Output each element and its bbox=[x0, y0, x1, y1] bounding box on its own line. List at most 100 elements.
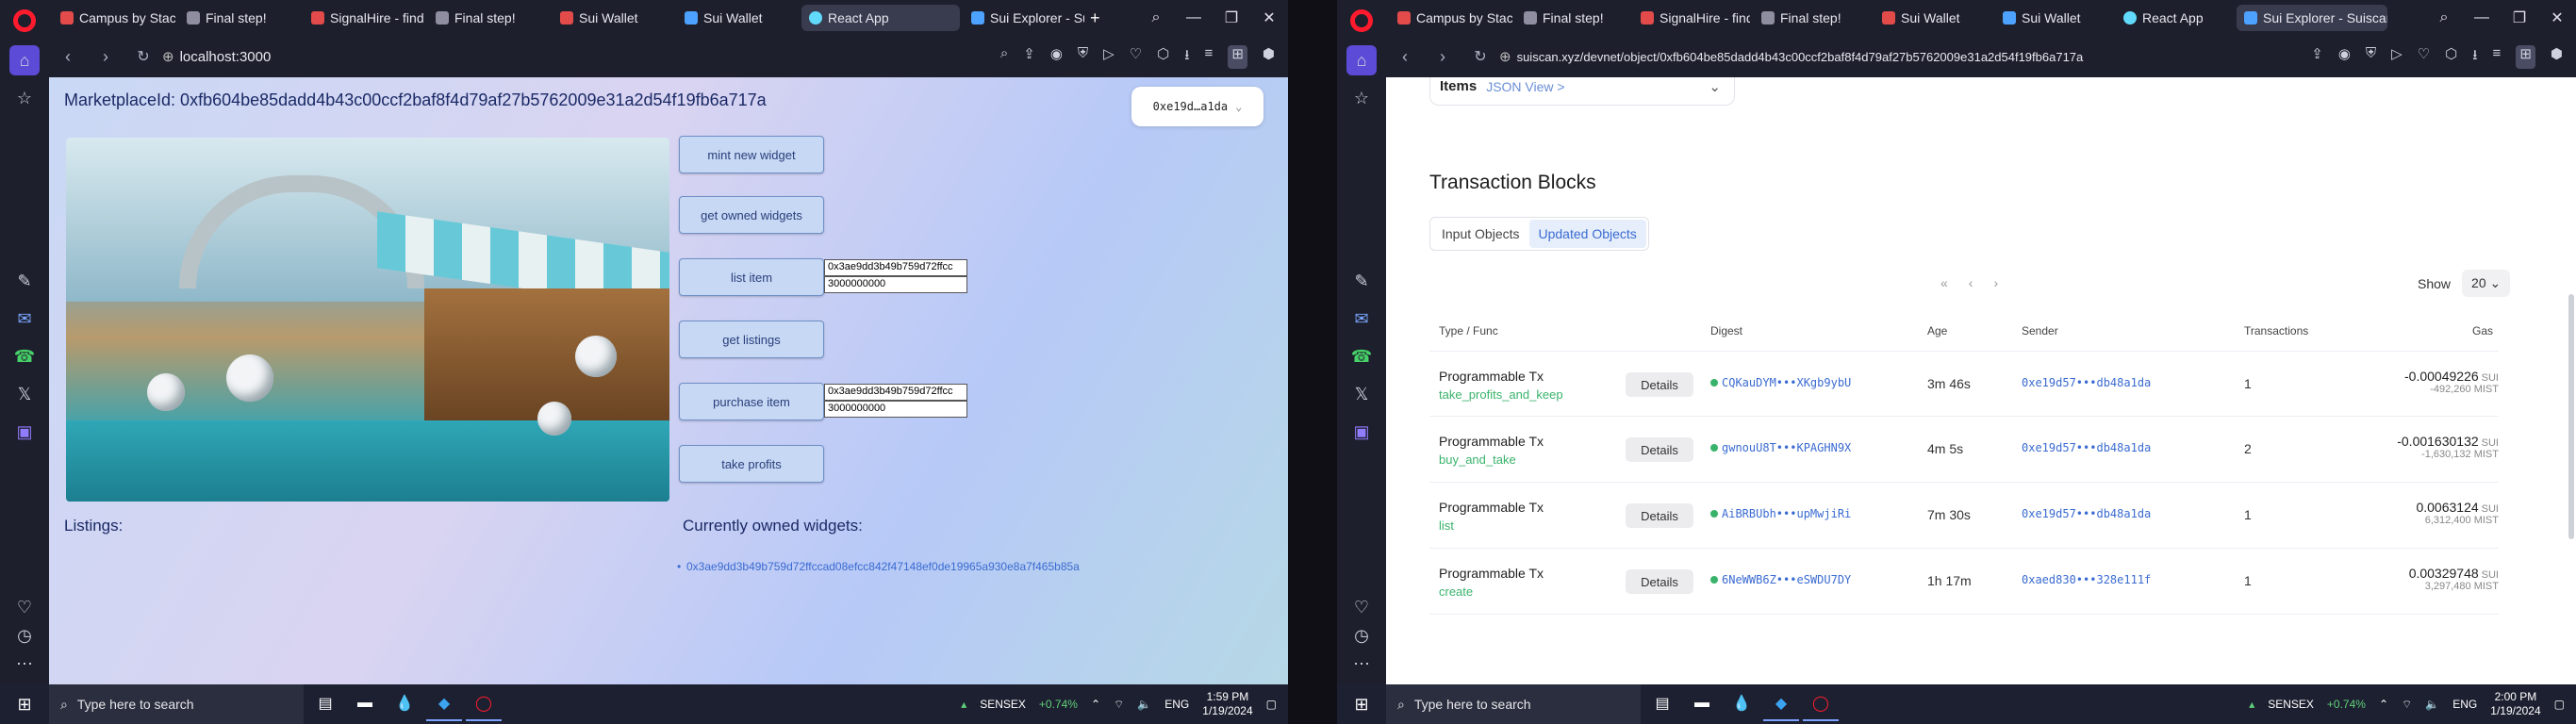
tab-final-step-2[interactable]: Final step! bbox=[1754, 5, 1871, 31]
messenger-icon[interactable]: ✉ bbox=[1346, 304, 1377, 334]
vscode-icon[interactable]: ◆ bbox=[426, 687, 462, 721]
digest-link[interactable]: 6NeWWB6Z•••eSWDU7DY bbox=[1710, 573, 1851, 586]
next-page-icon[interactable]: › bbox=[1993, 275, 1998, 290]
tab-sui-explorer[interactable]: Sui Explorer - Suiscan bbox=[2237, 5, 2387, 31]
purchase-item-id-input[interactable]: 0x3ae9dd3b49b759d72ffcc bbox=[824, 384, 967, 401]
list-item-button[interactable]: list item bbox=[679, 258, 824, 296]
opera-taskbar-icon[interactable]: ◯ bbox=[1803, 687, 1839, 721]
heart-icon[interactable]: ♡ bbox=[1346, 592, 1377, 622]
sender-link[interactable]: 0xe19d57•••db48a1da bbox=[2022, 376, 2151, 389]
history-icon[interactable]: ◷ bbox=[9, 620, 40, 650]
shield-icon[interactable]: ⛨ bbox=[1078, 45, 1088, 69]
digest-link[interactable]: gwnouU8T•••KPAGHN9X bbox=[1710, 441, 1851, 454]
whatsapp-icon[interactable]: ☎ bbox=[9, 341, 40, 371]
star-icon[interactable]: ☆ bbox=[9, 83, 40, 113]
tab-sui-wallet-1[interactable]: Sui Wallet bbox=[1874, 5, 1991, 31]
taskbar-search[interactable]: ⌕ Type here to search bbox=[49, 684, 304, 724]
x-twitter-icon[interactable]: 𝕏 bbox=[1346, 379, 1377, 409]
extension-icon[interactable]: ⊞ bbox=[2516, 44, 2535, 69]
wallet-extension-icon[interactable]: ▣ bbox=[9, 417, 40, 447]
bookmark-icon[interactable]: ♡ bbox=[2418, 45, 2430, 69]
tab-sui-explorer[interactable]: Sui Explorer - Suis bbox=[964, 5, 1084, 31]
list-price-input[interactable]: 3000000000 bbox=[824, 276, 967, 293]
play-icon[interactable]: ▷ bbox=[2391, 45, 2403, 69]
chevron-down-icon[interactable]: ⌄ bbox=[1709, 78, 1721, 95]
page-size-select[interactable]: 20 ⌄ bbox=[2462, 270, 2511, 297]
tab-react-app[interactable]: React App bbox=[801, 5, 960, 31]
download-icon[interactable]: ⭳ bbox=[2472, 45, 2477, 69]
file-explorer-icon[interactable]: ▤ bbox=[1644, 687, 1680, 721]
network-icon[interactable]: ⌔ bbox=[2402, 698, 2412, 712]
tray-chevron-icon[interactable]: ⌃ bbox=[2379, 698, 2388, 711]
get-listings-button[interactable]: get listings bbox=[679, 321, 824, 358]
scrollbar[interactable] bbox=[2568, 294, 2574, 539]
shield-icon[interactable]: ⛨ bbox=[2366, 45, 2376, 69]
tab-campus[interactable]: Campus by StackU bbox=[53, 5, 175, 31]
opera-logo-icon[interactable] bbox=[9, 6, 40, 36]
windows-start-icon[interactable]: ⊞ bbox=[1337, 684, 1386, 724]
restore-icon[interactable]: ❐ bbox=[2501, 8, 2538, 27]
tab-signalhire[interactable]: SignalHire - find c bbox=[1633, 5, 1750, 31]
list-item-id-input[interactable]: 0x3ae9dd3b49b759d72ffcc bbox=[824, 259, 967, 276]
sender-link[interactable]: 0xaed830•••328e111f bbox=[2022, 573, 2151, 586]
tab-final-step-1[interactable]: Final step! bbox=[1516, 5, 1629, 31]
forward-icon[interactable]: › bbox=[1424, 47, 1461, 67]
messenger-icon[interactable]: ✉ bbox=[9, 304, 40, 334]
site-info-icon[interactable]: ⊕ bbox=[162, 48, 174, 65]
clock[interactable]: 2:00 PM 1/19/2024 bbox=[2490, 690, 2540, 718]
back-icon[interactable]: ‹ bbox=[1386, 47, 1424, 67]
tab-updated-objects[interactable]: Updated Objects bbox=[1528, 220, 1646, 248]
camera-icon[interactable]: ◉ bbox=[1050, 45, 1063, 69]
restore-icon[interactable]: ❐ bbox=[1213, 8, 1250, 27]
share-icon[interactable]: ⇪ bbox=[1023, 45, 1035, 69]
wallet-connect-button[interactable]: 0xe19d…a1da ⌄ bbox=[1131, 87, 1263, 126]
back-icon[interactable]: ‹ bbox=[49, 47, 87, 67]
notification-icon[interactable]: ▢ bbox=[2554, 698, 2565, 711]
aria-icon[interactable]: ✎ bbox=[1346, 266, 1377, 296]
more-icon[interactable]: ⋯ bbox=[1346, 649, 1377, 679]
share-icon[interactable]: ⇪ bbox=[2311, 45, 2323, 69]
vscode-icon[interactable]: ◆ bbox=[1763, 687, 1799, 721]
digest-link[interactable]: CQKauDYM•••XKgb9ybU bbox=[1710, 376, 1851, 389]
details-button[interactable]: Details bbox=[1626, 569, 1693, 594]
camera-icon[interactable]: ◉ bbox=[2338, 45, 2351, 69]
tab-final-step-1[interactable]: Final step! bbox=[179, 5, 300, 31]
history-icon[interactable]: ◷ bbox=[1346, 620, 1377, 650]
details-button[interactable]: Details bbox=[1626, 372, 1693, 397]
reload-icon[interactable]: ↻ bbox=[1461, 47, 1499, 66]
close-icon[interactable]: ✕ bbox=[2538, 8, 2576, 27]
sui-app-icon[interactable]: 💧 bbox=[387, 687, 422, 721]
reload-icon[interactable]: ↻ bbox=[124, 47, 162, 66]
mint-widget-button[interactable]: mint new widget bbox=[679, 136, 824, 173]
download-icon[interactable]: ⭳ bbox=[1184, 45, 1189, 69]
get-owned-widgets-button[interactable]: get owned widgets bbox=[679, 196, 824, 234]
first-page-icon[interactable]: « bbox=[1940, 275, 1948, 290]
windows-start-icon[interactable]: ⊞ bbox=[0, 684, 49, 724]
purchase-item-button[interactable]: purchase item bbox=[679, 383, 824, 420]
wallet-icon[interactable]: ⬢ bbox=[2551, 45, 2563, 69]
clock[interactable]: 1:59 PM 1/19/2024 bbox=[1202, 690, 1252, 718]
tab-sui-wallet-1[interactable]: Sui Wallet bbox=[553, 5, 673, 31]
minimize-icon[interactable]: — bbox=[1175, 9, 1213, 26]
tab-sui-wallet-2[interactable]: Sui Wallet bbox=[677, 5, 798, 31]
tab-input-objects[interactable]: Input Objects bbox=[1432, 220, 1529, 248]
sender-link[interactable]: 0xe19d57•••db48a1da bbox=[2022, 507, 2151, 520]
opera-logo-icon[interactable] bbox=[1346, 6, 1377, 36]
search-tabs-icon[interactable]: ⌕ bbox=[2425, 9, 2463, 26]
tab-campus[interactable]: Campus by StackU bbox=[1390, 5, 1512, 31]
home-icon[interactable]: ⌂ bbox=[9, 45, 40, 75]
take-profits-button[interactable]: take profits bbox=[679, 445, 824, 483]
details-button[interactable]: Details bbox=[1626, 503, 1693, 528]
language-indicator[interactable]: ENG bbox=[1164, 698, 1189, 711]
close-icon[interactable]: ✕ bbox=[1250, 8, 1288, 27]
url-field[interactable]: suiscan.xyz/devnet/object/0xfb604be85dad… bbox=[1517, 50, 2084, 64]
sender-link[interactable]: 0xe19d57•••db48a1da bbox=[2022, 441, 2151, 454]
play-icon[interactable]: ▷ bbox=[1103, 45, 1115, 69]
items-card[interactable]: Items JSON View > ⌄ bbox=[1429, 77, 1735, 106]
taskbar-search[interactable]: ⌕ Type here to search bbox=[1386, 684, 1641, 724]
extension-icon[interactable]: ⊞ bbox=[1228, 44, 1247, 69]
menu-icon[interactable]: ≡ bbox=[2493, 45, 2502, 69]
search-page-icon[interactable]: ⌕ bbox=[1000, 45, 1008, 69]
cube-icon[interactable]: ⬡ bbox=[2445, 45, 2457, 69]
aria-icon[interactable]: ✎ bbox=[9, 266, 40, 296]
